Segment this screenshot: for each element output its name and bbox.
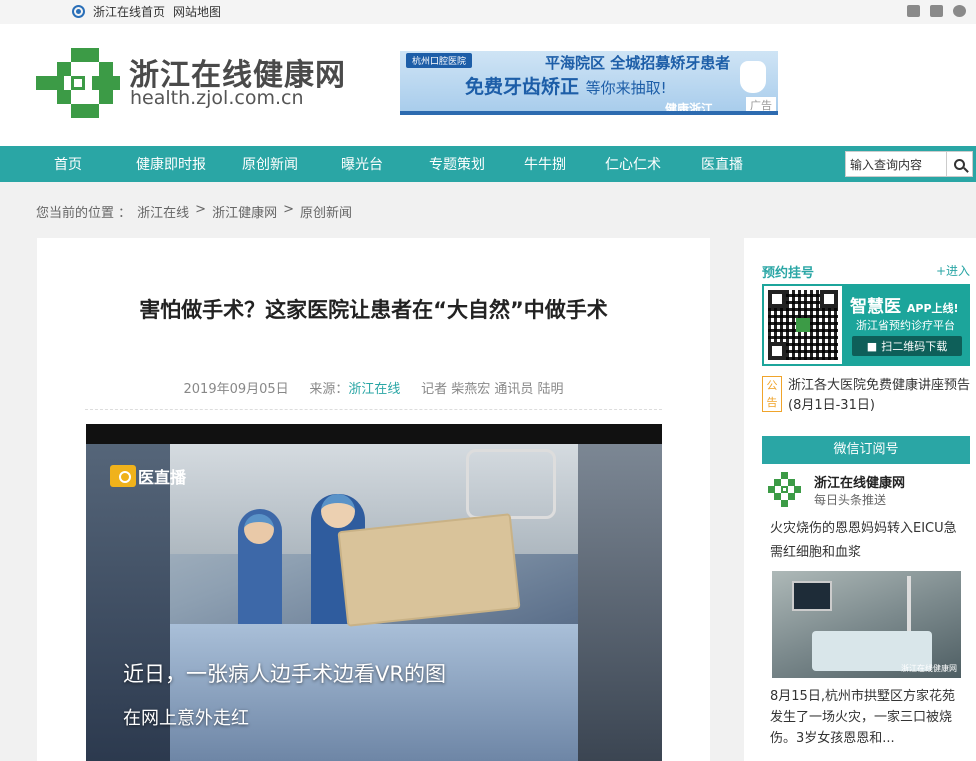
nav-item-renxin[interactable]: 仁心仁术 bbox=[584, 154, 682, 174]
search-input[interactable] bbox=[846, 152, 946, 176]
nav-item-original-news[interactable]: 原创新闻 bbox=[224, 154, 316, 174]
nav-item-home[interactable]: 首页 bbox=[36, 154, 118, 174]
search-box bbox=[845, 151, 973, 177]
booking-title: 预约挂号 bbox=[762, 266, 815, 281]
booking-header: 预约挂号 +进入 bbox=[762, 262, 970, 281]
wechat-desc: 每日头条推送 bbox=[814, 493, 887, 507]
video-caption-2: 在网上意外走红 bbox=[123, 708, 249, 729]
search-icon bbox=[954, 158, 965, 170]
app-subtitle: 浙江省预约诊疗平台 bbox=[856, 319, 955, 332]
wechat-account[interactable]: 浙江在线健康网 每日头条推送 bbox=[768, 472, 905, 508]
ad-tag: 广告 bbox=[746, 97, 776, 111]
booking-more-link[interactable]: +进入 bbox=[936, 262, 970, 281]
article-source-label: 来源： bbox=[309, 382, 349, 397]
article-video[interactable]: 医直播 近日，一张病人边手术边看VR的图 在网上意外走红 bbox=[86, 424, 662, 761]
breadcrumb-separator: > bbox=[283, 202, 294, 217]
ad-banner[interactable]: 杭州口腔医院 平海院区 全城招募矫牙患者 免费牙齿矫正 等你来抽取! 健康浙江 … bbox=[400, 51, 778, 115]
article-authors: 记者 柴燕宏 通讯员 陆明 bbox=[421, 382, 564, 397]
breadcrumb-item-health[interactable]: 浙江健康网 bbox=[212, 202, 277, 221]
nav-item-exposure[interactable]: 曝光台 bbox=[316, 154, 408, 174]
video-logo: 医直播 bbox=[110, 464, 186, 488]
article-date: 2019年09月05日 bbox=[183, 382, 289, 397]
top-icons bbox=[907, 5, 966, 17]
article-meta: 2019年09月05日 来源：浙江在线 记者 柴燕宏 通讯员 陆明 bbox=[85, 378, 662, 410]
notice-tag: 公告 bbox=[762, 376, 782, 412]
tooth-icon bbox=[740, 61, 766, 93]
share-icon[interactable] bbox=[953, 5, 966, 17]
main-nav: 首页 健康即时报 原创新闻 曝光台 专题策划 牛牛捌 仁心仁术 医直播 bbox=[0, 146, 976, 182]
nav-item-niuniuba[interactable]: 牛牛捌 bbox=[506, 154, 584, 174]
sidebar: 预约挂号 +进入 智慧医 APP上线! 浙江省预约诊疗平台 ■ 扫二维码下载 公… bbox=[744, 238, 976, 761]
breadcrumb-item-original[interactable]: 原创新闻 bbox=[300, 202, 352, 221]
sidebar-news-headline[interactable]: 火灾烧伤的恩恩妈妈转入EICU急需红细胞和血浆 bbox=[770, 517, 966, 565]
sidebar-news-summary[interactable]: 8月15日,杭州市拱墅区方家花苑发生了一场火灾，一家三口被烧伤。3岁女孩恩恩和.… bbox=[770, 686, 966, 749]
app-title: 智慧医 APP上线! bbox=[850, 297, 959, 317]
article-card: 害怕做手术？这家医院让患者在“大自然”中做手术 2019年09月05日 来源：浙… bbox=[37, 238, 710, 761]
ad-hospital-name: 杭州口腔医院 bbox=[406, 53, 473, 68]
app-promo[interactable]: 智慧医 APP上线! 浙江省预约诊疗平台 ■ 扫二维码下载 bbox=[762, 284, 970, 366]
search-button[interactable] bbox=[946, 152, 972, 176]
nav-item-live[interactable]: 医直播 bbox=[682, 154, 762, 174]
sidebar-news-image[interactable]: 浙江在线健康网 bbox=[772, 571, 961, 678]
ad-line2: 免费牙齿矫正 等你来抽取! bbox=[465, 76, 667, 98]
platform-icons: ■ bbox=[866, 339, 878, 353]
mail-icon[interactable] bbox=[907, 5, 920, 17]
breadcrumb: 您当前的位置 ： 浙江在线 > 浙江健康网 > 原创新闻 bbox=[36, 202, 352, 221]
site-url: health.zjol.com.cn bbox=[130, 87, 304, 109]
breadcrumb-prefix: 您当前的位置 ： bbox=[36, 206, 132, 221]
breadcrumb-separator: > bbox=[195, 202, 207, 217]
app-download-button[interactable]: ■ 扫二维码下载 bbox=[852, 336, 962, 356]
qr-code bbox=[764, 286, 842, 364]
top-bar: 浙江在线首页 网站地图 bbox=[0, 0, 976, 24]
wechat-section-title: 微信订阅号 bbox=[762, 436, 970, 464]
nav-item-special[interactable]: 专题策划 bbox=[408, 154, 506, 174]
ad-line3: 健康浙江 bbox=[665, 102, 714, 115]
home-link[interactable]: 浙江在线首页 bbox=[93, 3, 165, 20]
notice-item[interactable]: 公告 浙江各大医院免费健康讲座预告(8月1日-31日) bbox=[762, 376, 972, 416]
wechat-logo-icon bbox=[768, 472, 802, 507]
video-caption-1: 近日，一张病人边手术边看VR的图 bbox=[123, 662, 446, 686]
breadcrumb-item-zjol[interactable]: 浙江在线 bbox=[137, 202, 189, 221]
image-watermark: 浙江在线健康网 bbox=[901, 664, 957, 673]
site-logo-icon[interactable] bbox=[36, 48, 120, 118]
article-source[interactable]: 浙江在线 bbox=[348, 382, 400, 397]
nav-item-instant-news[interactable]: 健康即时报 bbox=[118, 154, 224, 174]
top-links: 浙江在线首页 网站地图 bbox=[72, 3, 221, 20]
ad-line1: 平海院区 全城招募矫牙患者 bbox=[545, 54, 731, 72]
article-title: 害怕做手术？这家医院让患者在“大自然”中做手术 bbox=[139, 298, 608, 322]
tv-icon bbox=[110, 465, 136, 487]
wechat-name: 浙江在线健康网 bbox=[814, 476, 906, 491]
globe-icon bbox=[72, 5, 85, 18]
notice-text[interactable]: 浙江各大医院免费健康讲座预告(8月1日-31日) bbox=[788, 376, 972, 416]
camera-icon[interactable] bbox=[930, 5, 943, 17]
sitemap-link[interactable]: 网站地图 bbox=[173, 3, 221, 20]
site-header: 浙江在线健康网 health.zjol.com.cn 杭州口腔医院 平海院区 全… bbox=[0, 24, 976, 146]
